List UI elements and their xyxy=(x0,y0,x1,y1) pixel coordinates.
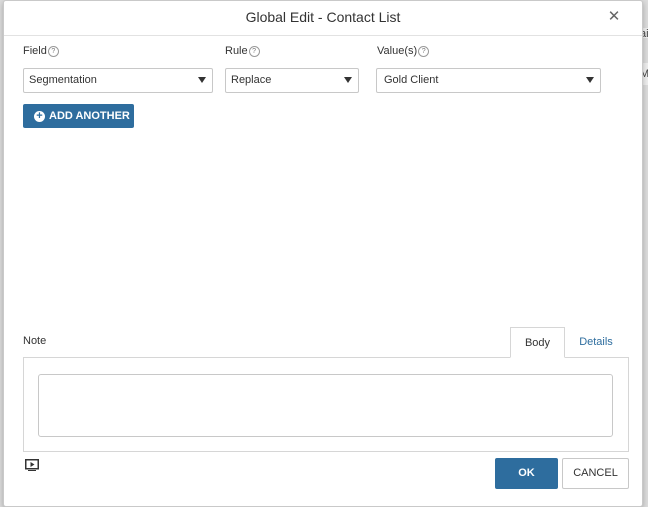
values-select-value: Gold Client xyxy=(384,74,439,86)
caret-down-icon xyxy=(344,77,352,83)
field-select[interactable]: Segmentation xyxy=(23,68,213,93)
rule-select[interactable]: Replace xyxy=(225,68,359,93)
values-select[interactable]: Gold Client xyxy=(376,68,601,93)
tab-body[interactable]: Body xyxy=(510,327,565,358)
field-select-value: Segmentation xyxy=(29,74,97,86)
add-another-button[interactable]: + ADD ANOTHER xyxy=(23,104,134,128)
note-panel xyxy=(23,357,629,452)
help-icon[interactable]: ? xyxy=(418,45,430,57)
note-body-textarea[interactable] xyxy=(38,374,613,437)
values-label-text: Value(s) xyxy=(377,45,418,57)
ok-button[interactable]: OK xyxy=(495,458,558,489)
dialog-title: Global Edit - Contact List xyxy=(245,9,401,25)
plus-circle-icon: + xyxy=(34,110,45,122)
add-another-label: ADD ANOTHER xyxy=(49,110,130,122)
rule-select-value: Replace xyxy=(231,74,272,86)
rule-label-text: Rule xyxy=(225,45,248,57)
values-label: Value(s) ? xyxy=(377,45,430,57)
global-edit-dialog: Global Edit - Contact List ✕ Field ? Seg… xyxy=(3,0,643,507)
help-icon[interactable]: ? xyxy=(47,45,59,57)
dialog-titlebar: Global Edit - Contact List ✕ xyxy=(4,1,642,36)
cancel-button[interactable]: CANCEL xyxy=(562,458,629,489)
close-icon[interactable]: ✕ xyxy=(606,9,622,25)
note-label: Note xyxy=(23,335,47,347)
caret-down-icon xyxy=(586,77,594,83)
field-label-text: Field xyxy=(23,45,47,57)
help-icon[interactable]: ? xyxy=(248,45,260,57)
caret-down-icon xyxy=(198,77,206,83)
video-play-icon[interactable] xyxy=(25,459,39,471)
tab-details[interactable]: Details xyxy=(571,327,621,358)
field-label: Field ? xyxy=(23,45,59,57)
rule-label: Rule ? xyxy=(225,45,260,57)
